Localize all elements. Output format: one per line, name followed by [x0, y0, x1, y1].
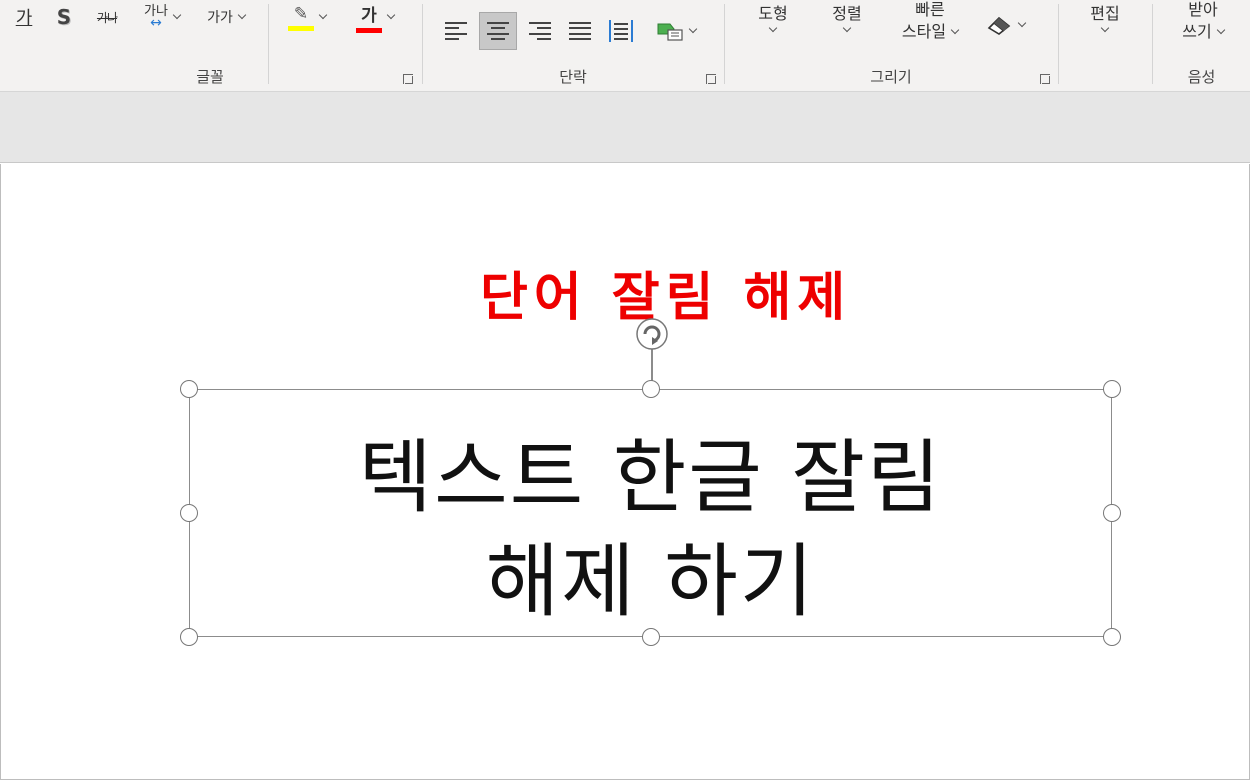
resize-handle-top-left[interactable]	[180, 380, 198, 398]
chevron-down-icon	[688, 24, 698, 34]
font-dialog-launcher-icon[interactable]	[402, 73, 414, 85]
paragraph-group: 단락	[423, 0, 723, 92]
textbox-content[interactable]: 텍스트 한글 잘림 해제 하기	[190, 426, 1111, 634]
align-left-icon	[445, 22, 467, 40]
distributed-button[interactable]	[605, 14, 637, 48]
chevron-down-icon	[1017, 18, 1027, 28]
resize-handle-right[interactable]	[1103, 504, 1121, 522]
editing-label: 편집	[1090, 4, 1120, 24]
chevron-down-icon	[950, 25, 960, 35]
chevron-down-icon	[386, 10, 396, 20]
drawing-dialog-launcher-icon[interactable]	[1039, 73, 1051, 85]
align-left-button[interactable]	[441, 14, 471, 48]
chevron-down-icon	[768, 23, 778, 33]
chevron-down-icon	[842, 23, 852, 33]
spacing-arrow-icon: ↔	[150, 14, 162, 31]
shape-fill-button[interactable]	[979, 8, 1031, 42]
editing-group: 편집	[1059, 0, 1151, 92]
voice-group: 받아 쓰기 음성	[1153, 0, 1250, 92]
dictate-label-line2: 쓰기	[1182, 22, 1212, 41]
font-color-icon: 가	[356, 1, 382, 33]
character-spacing-icon: 가나 ↔	[144, 5, 168, 30]
drawing-group-label: 그리기	[870, 68, 912, 86]
chevron-down-icon	[1100, 23, 1110, 33]
convert-to-smartart-button[interactable]	[649, 14, 703, 48]
underline-button[interactable]: 가	[10, 4, 38, 30]
resize-handle-top-right[interactable]	[1103, 380, 1121, 398]
quick-styles-button[interactable]: 빠른 스타일	[885, 0, 975, 50]
align-center-button[interactable]	[479, 12, 517, 50]
voice-group-label: 음성	[1187, 68, 1216, 86]
distributed-align-icon	[609, 20, 633, 42]
highlight-color-swatch	[288, 25, 314, 31]
annotation-title: 단어 잘림 해제	[480, 268, 852, 328]
arrange-button[interactable]: 정렬	[817, 0, 877, 42]
align-center-icon	[487, 22, 509, 40]
highlight-color-button[interactable]: ✎	[278, 0, 336, 34]
quick-styles-label-line2: 스타일	[901, 22, 947, 41]
justify-button[interactable]	[565, 14, 595, 48]
arrange-label: 정렬	[832, 4, 862, 24]
font-color-glyph: 가	[361, 6, 377, 26]
align-right-icon	[529, 22, 551, 40]
paragraph-group-label: 단락	[559, 68, 587, 86]
font-color-button[interactable]: 가	[344, 0, 406, 34]
resize-handle-bottom-right[interactable]	[1103, 628, 1121, 646]
dictate-label-line1: 받아	[1188, 0, 1218, 20]
textbox-line-1: 텍스트 한글 잘림	[358, 431, 943, 524]
change-case-button[interactable]: 가가	[198, 4, 254, 30]
font-group-label: 글꼴	[196, 68, 224, 86]
rotate-handle-icon[interactable]	[634, 316, 670, 352]
ribbon: 가 S 가나 가나 ↔ 가가 ✎ 가 글꼴 단락 도형 정렬 빠른 스타일 그리…	[0, 0, 1250, 92]
pen-glyph: ✎	[293, 3, 309, 24]
shapes-button[interactable]: 도형	[743, 0, 803, 42]
eraser-icon	[987, 16, 1011, 35]
paragraph-dialog-launcher-icon[interactable]	[705, 73, 717, 85]
highlighter-icon: ✎	[288, 4, 314, 31]
resize-handle-bottom[interactable]	[642, 628, 660, 646]
text-shadow-button[interactable]: S	[50, 4, 78, 30]
smartart-icon	[657, 23, 683, 41]
strikethrough-button[interactable]: 가나	[90, 4, 124, 30]
editing-button[interactable]: 편집	[1075, 0, 1135, 42]
chevron-down-icon	[1216, 25, 1225, 35]
chevron-down-icon	[172, 10, 182, 20]
selected-textbox[interactable]: 텍스트 한글 잘림 해제 하기	[189, 389, 1112, 637]
font-group: 가 S 가나 가나 ↔ 가가 ✎ 가 글꼴	[0, 0, 420, 92]
quick-styles-label-line1: 빠른	[915, 0, 945, 20]
change-case-label: 가가	[207, 10, 233, 26]
drawing-group: 도형 정렬 빠른 스타일 그리기	[725, 0, 1057, 92]
justify-icon	[569, 22, 591, 40]
align-right-button[interactable]	[525, 14, 555, 48]
textbox-line-2: 해제 하기	[485, 535, 816, 628]
chevron-down-icon	[237, 10, 247, 20]
chevron-down-icon	[318, 10, 328, 20]
resize-handle-left[interactable]	[180, 504, 198, 522]
character-spacing-button[interactable]: 가나 ↔	[134, 0, 190, 34]
resize-handle-top[interactable]	[642, 380, 660, 398]
resize-handle-bottom-left[interactable]	[180, 628, 198, 646]
dictate-button[interactable]: 받아 쓰기	[1163, 0, 1243, 50]
shapes-label: 도형	[758, 4, 788, 24]
font-color-swatch	[356, 28, 382, 33]
workspace-band	[0, 92, 1250, 163]
